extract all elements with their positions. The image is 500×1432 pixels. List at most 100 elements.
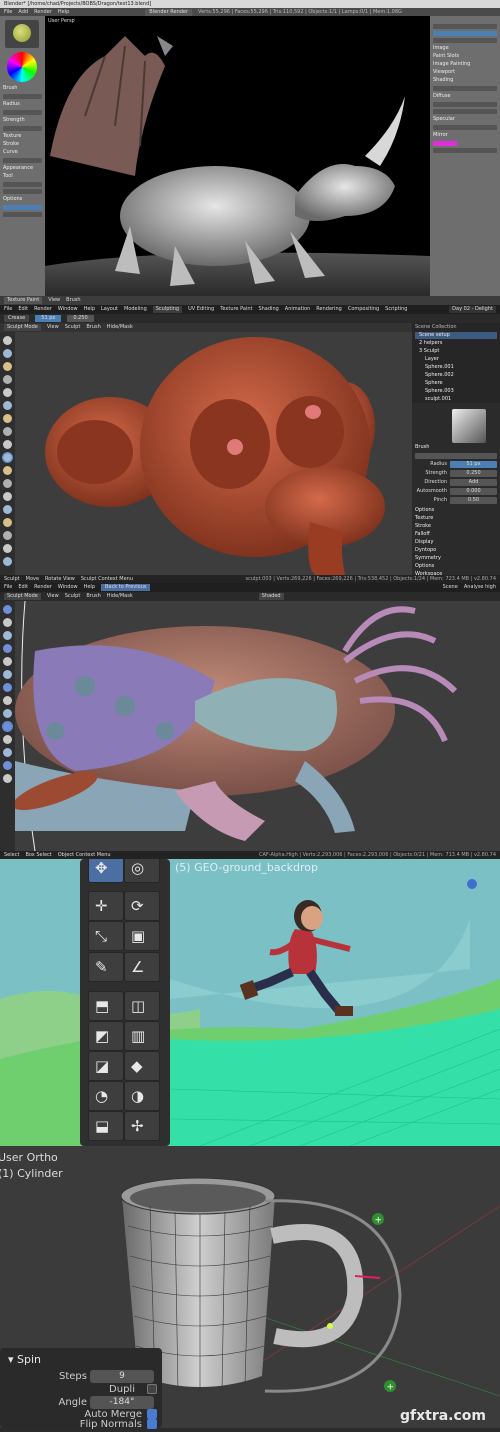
properties-section[interactable]: Falloff (415, 531, 497, 538)
properties-section[interactable]: Stroke (415, 523, 497, 530)
creature-viewport[interactable] (15, 601, 500, 851)
brush-name-field[interactable]: Crease (4, 315, 30, 322)
texture-field[interactable] (3, 126, 42, 131)
brush-tool-icon[interactable] (3, 414, 12, 423)
label-stroke[interactable]: Stroke (3, 141, 42, 148)
menu-view[interactable]: View (47, 593, 59, 600)
render-engine-select[interactable]: Blender Render (145, 8, 193, 16)
properties-section[interactable]: Options (415, 507, 497, 514)
transform-tool[interactable]: ▣ (124, 921, 160, 951)
outliner-item[interactable]: Sphere (415, 380, 497, 387)
prop-paint-slots[interactable]: Paint Slots (433, 53, 497, 60)
brush-property-value[interactable]: Add (450, 479, 497, 486)
brush-tool-icon[interactable] (3, 375, 12, 384)
view-layer-selector[interactable]: Analyse high (464, 584, 496, 591)
properties-section[interactable]: Texture (415, 515, 497, 522)
extrude-tool[interactable]: ⬒ (88, 991, 124, 1021)
scene-selector[interactable]: Scene (443, 584, 458, 591)
shrink-fatten-tool[interactable]: ✢ (124, 1111, 160, 1141)
menu-help[interactable]: Help (58, 9, 69, 16)
brush-tool-icon[interactable] (3, 696, 12, 705)
select-tool[interactable]: ✥ (88, 859, 124, 883)
properties-section[interactable]: Symmetry (415, 555, 497, 562)
brush-preview[interactable] (5, 20, 39, 48)
menu-brush[interactable]: Brush (86, 324, 100, 331)
brush-tool-icon[interactable] (3, 336, 12, 345)
menu-window[interactable]: Window (58, 306, 78, 313)
menu-add[interactable]: Add (18, 9, 28, 16)
menu-render[interactable]: Render (34, 306, 52, 313)
spin-panel-header[interactable]: ▾ Spin (8, 1353, 41, 1366)
prop-diffuse[interactable]: Diffuse (433, 93, 497, 100)
tab-modeling[interactable]: Modeling (124, 306, 147, 313)
menu-brush[interactable]: Brush (66, 297, 80, 304)
tab-layout[interactable]: Layout (101, 306, 118, 313)
outliner-item[interactable]: 3 Sculpt (415, 348, 497, 355)
menu-file[interactable]: File (4, 584, 12, 591)
brush-tool-icon[interactable] (3, 605, 12, 614)
brush-property-value[interactable]: 0.50 (450, 497, 497, 504)
menu-sculpt[interactable]: Sculpt (65, 324, 81, 331)
shading-select[interactable]: Shaded (258, 593, 284, 600)
brush-tool-icon[interactable] (3, 479, 12, 488)
brush-tool-icon[interactable] (3, 401, 12, 410)
rotate-tool[interactable]: ⟳ (124, 891, 160, 921)
brush-panel-title[interactable]: Brush (415, 444, 497, 451)
tab-animation[interactable]: Animation (285, 306, 311, 313)
brush-tool-icon[interactable] (3, 774, 12, 783)
prop-mirror[interactable]: Mirror (433, 132, 497, 139)
brush-tool-icon[interactable] (3, 505, 12, 514)
properties-section[interactable]: Display (415, 539, 497, 546)
outliner-item[interactable]: 2 helpers (415, 340, 497, 347)
tab-uv-editing[interactable]: UV Editing (188, 306, 214, 313)
menu-brush[interactable]: Brush (86, 593, 100, 600)
brush-tool-icon[interactable] (3, 492, 12, 501)
bevel-tool[interactable]: ◩ (88, 1021, 124, 1051)
menu-edit[interactable]: Edit (18, 584, 28, 591)
brush-tool-icon[interactable] (3, 531, 12, 540)
brush-tool-icon[interactable] (3, 427, 12, 436)
menu-file[interactable]: File (4, 9, 12, 16)
outliner-item[interactable]: sculpt.001 (415, 396, 497, 403)
menu-edit[interactable]: Edit (18, 306, 28, 313)
brush-tool-icon[interactable] (3, 644, 12, 653)
label-options[interactable]: Options (3, 196, 42, 203)
brush-tool-icon[interactable] (3, 683, 12, 692)
tab-scripting[interactable]: Scripting (385, 306, 407, 313)
brush-preview[interactable] (452, 409, 486, 443)
brush-tool-icon[interactable] (3, 709, 12, 718)
brush-property-value[interactable]: 0.000 (450, 488, 497, 495)
move-tool[interactable]: ✛ (88, 891, 124, 921)
outliner-item[interactable]: Sphere.003 (415, 388, 497, 395)
mode-texture-paint[interactable]: Texture Paint (4, 297, 43, 304)
brush-tool-icon[interactable] (3, 748, 12, 757)
curve-field[interactable] (3, 158, 42, 163)
knife-tool[interactable]: ◪ (88, 1051, 124, 1081)
tool-field[interactable] (3, 182, 42, 187)
label-appearance[interactable]: Appearance (3, 165, 42, 172)
brush-tool-icon[interactable] (3, 657, 12, 666)
properties-section[interactable]: Options (415, 563, 497, 570)
tab-compositing[interactable]: Compositing (348, 306, 379, 313)
inset-tool[interactable]: ◫ (124, 991, 160, 1021)
prop-field-5[interactable] (433, 102, 497, 107)
menu-render[interactable]: Render (34, 9, 52, 16)
brush-tool-icon[interactable] (3, 557, 12, 566)
tool-field-2[interactable] (3, 189, 42, 194)
brush-tool-icon[interactable] (3, 631, 12, 640)
outliner-item[interactable]: Sphere.002 (415, 372, 497, 379)
menu-render[interactable]: Render (34, 584, 52, 591)
spin-tool[interactable]: ◔ (88, 1081, 124, 1111)
properties-section[interactable]: Dyntopo (415, 547, 497, 554)
prop-image[interactable]: Image (433, 45, 497, 52)
strength-value[interactable]: 0.250 (67, 315, 94, 322)
magenta-color-swatch[interactable] (433, 141, 457, 146)
prop-shading[interactable]: Shading (433, 77, 497, 84)
radius-value[interactable]: 51 px (35, 315, 62, 322)
options-field-2[interactable] (3, 212, 42, 217)
label-tool[interactable]: Tool (3, 173, 42, 180)
menu-window[interactable]: Window (58, 584, 78, 591)
navigation-gizmo[interactable] (467, 879, 477, 889)
menu-sculpt[interactable]: Sculpt (65, 593, 81, 600)
prop-field-2[interactable] (433, 31, 497, 36)
